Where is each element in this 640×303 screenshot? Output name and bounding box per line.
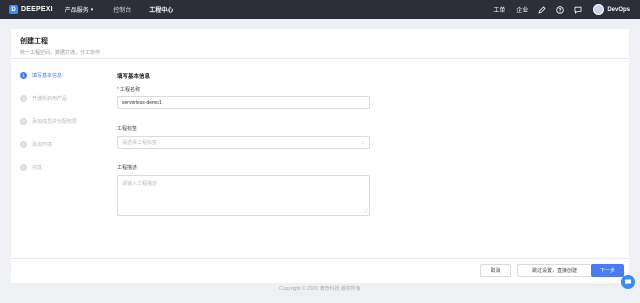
step-add-environment[interactable]: 4 添加环境	[20, 140, 77, 149]
project-description-label: 工程描述	[117, 165, 138, 171]
products-menu[interactable]: 产品服务 ▾	[64, 5, 94, 15]
step-label: 开通所启用产品	[32, 96, 68, 102]
chat-icon	[625, 279, 631, 285]
form-actions: 取消 跳过设置，直接创建 下一步	[11, 258, 629, 283]
steps-list: 1 填写基本信息 2 开通所启用产品 3 添加成员并分配权限 4 添加环境 5 …	[20, 71, 77, 186]
logo-text: DEEPEXI	[21, 6, 53, 13]
chevron-down-icon: ⌄	[360, 140, 365, 146]
cancel-button[interactable]: 取消	[480, 264, 511, 277]
step-finish[interactable]: 5 完成	[20, 163, 77, 172]
products-menu-label: 产品服务	[64, 8, 89, 14]
nav-tickets[interactable]: 工单	[493, 5, 505, 14]
step-label: 完成	[32, 165, 43, 171]
card-header: 创建工程 统一工程空间，数据打通，分工协作	[11, 29, 629, 59]
topbar-right: 工单 企业 DevOps	[482, 0, 630, 19]
top-navbar: D DEEPEXI 产品服务 ▾ 控制台 工程中心 工单 企业 DevOps	[0, 0, 640, 19]
required-mark: *	[117, 87, 119, 93]
next-step-button[interactable]: 下一步	[591, 264, 624, 277]
project-name-input[interactable]: serverless-demo1	[117, 96, 370, 109]
step-label: 添加成员并分配权限	[32, 119, 78, 125]
step-basic-info[interactable]: 1 填写基本信息	[20, 71, 77, 80]
nav-console[interactable]: 控制台	[113, 5, 131, 14]
project-description-textarea[interactable]: 请输入工程描述 ⟋	[117, 175, 370, 216]
message-icon[interactable]	[573, 5, 582, 14]
page-title: 创建工程	[20, 38, 48, 45]
step-enable-products[interactable]: 2 开通所启用产品	[20, 94, 77, 103]
avatar[interactable]	[593, 4, 605, 15]
help-icon[interactable]	[555, 5, 564, 14]
step-number: 2	[20, 95, 27, 102]
step-number: 3	[20, 118, 27, 125]
project-name-label: *工程名称	[117, 86, 374, 93]
logo-icon: D	[9, 5, 18, 14]
step-label: 填写基本信息	[32, 73, 63, 79]
basic-info-form: 填写基本信息 *工程名称 serverless-demo1 工程标签 请选择工程…	[117, 72, 374, 216]
project-description-placeholder: 请输入工程描述	[122, 181, 158, 187]
form-section-title: 填写基本信息	[117, 74, 151, 80]
chevron-down-icon: ▾	[90, 6, 94, 13]
step-number: 4	[20, 141, 27, 148]
nav-project-center[interactable]: 工程中心	[149, 5, 173, 14]
step-label: 添加环境	[32, 142, 53, 148]
project-tags-label: 工程标签	[117, 126, 138, 132]
copyright: Copyright © 2020 滴普科技 版权所有	[279, 286, 361, 292]
project-tags-select[interactable]: 请选择工程标签 ⌄	[117, 136, 370, 149]
page-subtitle: 统一工程空间，数据打通，分工协作	[20, 50, 101, 56]
step-number: 5	[20, 164, 27, 171]
edit-icon[interactable]	[537, 5, 546, 14]
project-tags-placeholder: 请选择工程标签	[122, 140, 158, 146]
logo[interactable]: D DEEPEXI	[9, 5, 53, 14]
chat-support-button[interactable]	[621, 275, 635, 289]
username[interactable]: DevOps	[607, 7, 630, 13]
skip-and-create-button[interactable]: 跳过设置，直接创建	[517, 264, 592, 277]
nav-enterprise[interactable]: 企业	[516, 5, 528, 14]
step-add-members[interactable]: 3 添加成员并分配权限	[20, 117, 77, 126]
create-project-card: 创建工程 统一工程空间，数据打通，分工协作 1 填写基本信息 2 开通所启用产品…	[11, 29, 629, 283]
project-name-label-text: 工程名称	[119, 87, 140, 93]
step-number: 1	[20, 72, 27, 79]
resize-handle-icon[interactable]: ⟋	[364, 209, 368, 215]
